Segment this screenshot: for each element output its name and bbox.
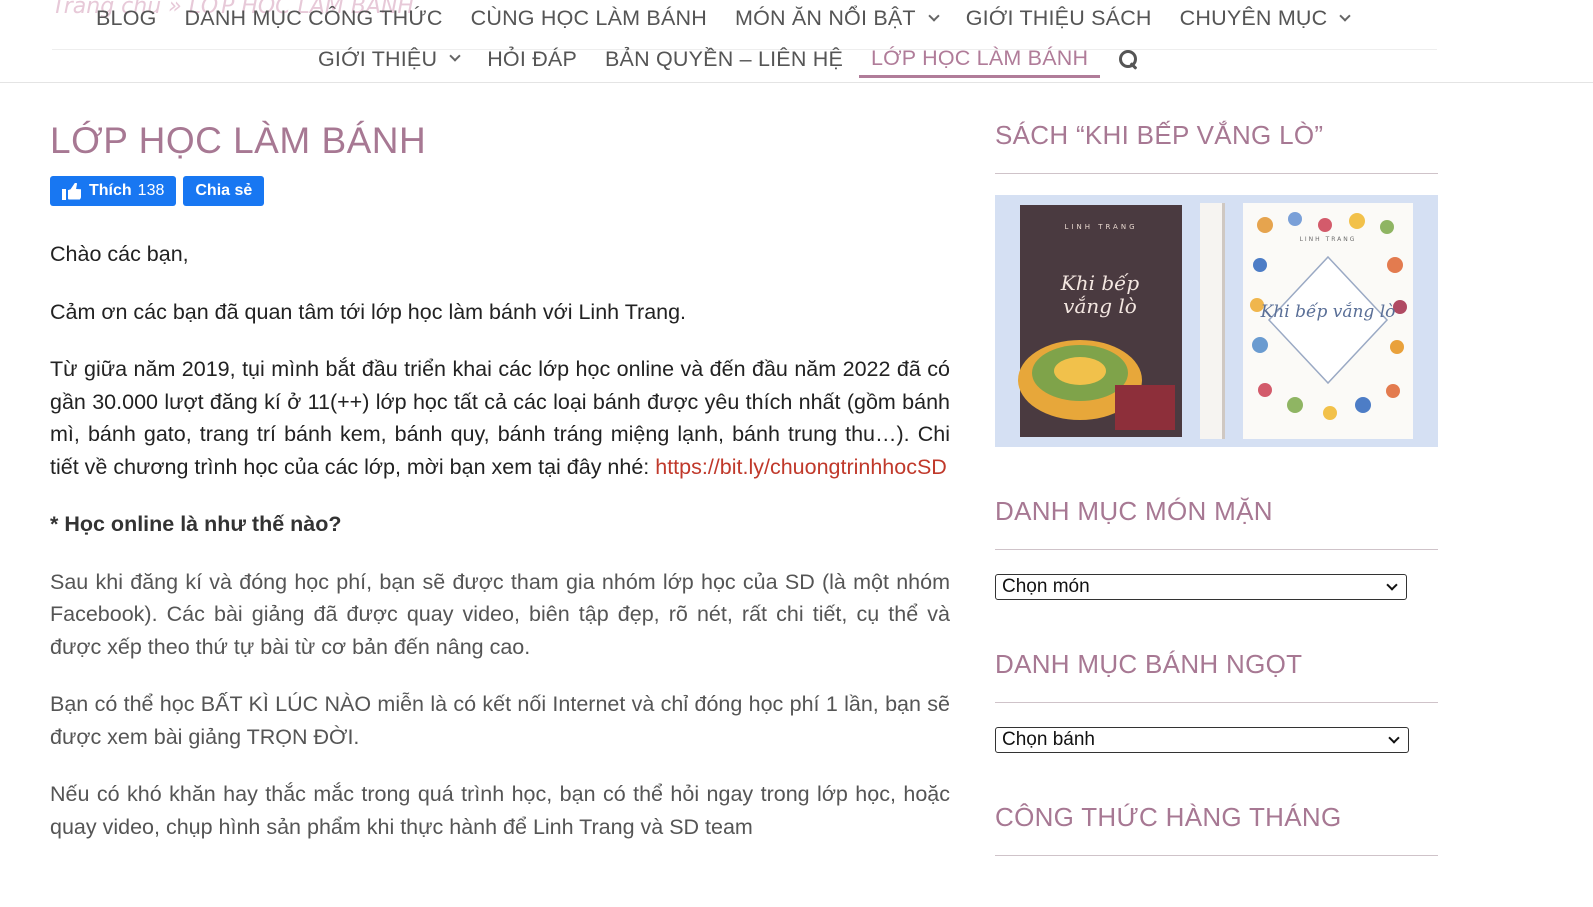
nav-item-label: MÓN ĂN NỔI BẬT	[734, 6, 916, 30]
site-header: Trang chủ » LỚP HỌC LÀM BÁNH BLOG DANH M…	[0, 0, 1593, 83]
nav-item-label: BLOG	[96, 6, 157, 30]
sidebar: SÁCH “KHI BẾP VẮNG LÒ” Khi bếp vắng lò L…	[995, 120, 1438, 905]
main-nav-row-2: GIỚI THIỆU HỎI ĐÁP BẢN QUYỀN – LIÊN HỆ L…	[318, 44, 1140, 78]
nav-item-hoi-dap[interactable]: HỎI ĐÁP	[487, 45, 577, 78]
paragraph-greeting: Chào các bạn,	[50, 242, 189, 266]
book-cover-title-dark: Khi bếp	[1060, 271, 1140, 295]
nav-item-label: LỚP HỌC LÀM BÁNH	[871, 46, 1089, 70]
paragraph-online-3: Nếu có khó khăn hay thắc mắc trong quá t…	[50, 782, 950, 839]
select-value: Chọn món	[1002, 576, 1090, 597]
book-author-dark: LINH TRANG	[1065, 223, 1138, 231]
nav-item-label: GIỚI THIỆU SÁCH	[965, 6, 1152, 30]
nav-item-gioi-thieu-sach[interactable]: GIỚI THIỆU SÁCH	[966, 4, 1152, 37]
widget-book: SÁCH “KHI BẾP VẮNG LÒ” Khi bếp vắng lò L…	[995, 120, 1438, 447]
widget-title-cong-thuc: CÔNG THỨC HÀNG THÁNG	[995, 802, 1438, 856]
chevron-down-icon	[1339, 9, 1352, 22]
nav-item-label: BẢN QUYỀN – LIÊN HỆ	[605, 46, 843, 71]
thumbs-up-icon	[62, 183, 81, 200]
section-heading-text: * Học online là như thế nào?	[50, 512, 342, 536]
page-title: LỚP HỌC LÀM BÁNH	[50, 120, 427, 161]
section-heading-online: * Học online là như thế nào?	[50, 508, 950, 541]
share-label: Chia sẻ	[195, 182, 253, 199]
book-cover-image[interactable]: Khi bếp vắng lò LINH TRANG Khi bếp vắng …	[995, 195, 1438, 447]
nav-item-label: DANH MỤC CÔNG THỨC	[184, 6, 443, 30]
chevron-down-icon	[1386, 578, 1398, 591]
nav-item-ban-quyen-lien-he[interactable]: BẢN QUYỀN – LIÊN HỆ	[605, 45, 843, 78]
like-count: 138	[137, 182, 165, 199]
paragraph-intro: Từ giữa năm 2019, tụi mình bắt đầu triển…	[50, 353, 950, 483]
nav-item-mon-an-noi-bat[interactable]: MÓN ĂN NỔI BẬT	[734, 4, 940, 37]
widget-banh-ngot: DANH MỤC BÁNH NGỌT Chọn bánh	[995, 649, 1438, 753]
widget-mon-man: DANH MỤC MÓN MẶN Chọn món	[995, 496, 1438, 600]
book-author-light: LINH TRANG	[1300, 236, 1357, 243]
main-nav-row-1: BLOG DANH MỤC CÔNG THỨC CÙNG HỌC LÀM BÁN…	[96, 4, 1377, 37]
facebook-share-button[interactable]: Chia sẻ	[183, 176, 265, 206]
like-label: Thích	[89, 182, 132, 199]
book-cover-title-dark-2: vắng lò	[1063, 294, 1137, 318]
search-icon[interactable]	[1118, 49, 1140, 71]
widget-title-book: SÁCH “KHI BẾP VẮNG LÒ”	[995, 120, 1438, 174]
widget-cong-thuc-hang-thang: CÔNG THỨC HÀNG THÁNG	[995, 802, 1438, 856]
curriculum-link[interactable]: https://bit.ly/chuongtrinhhocSD	[655, 455, 947, 479]
nav-item-label: CHUYÊN MỤC	[1179, 6, 1328, 30]
facebook-like-button[interactable]: Thích 138	[50, 176, 177, 206]
chevron-down-icon	[928, 9, 940, 22]
social-share-row: Thích 138 Chia sẻ	[50, 176, 950, 206]
chevron-down-icon	[449, 50, 461, 62]
nav-item-chuyen-muc[interactable]: CHUYÊN MỤC	[1179, 4, 1352, 37]
nav-item-label: GIỚI THIỆU	[318, 46, 438, 71]
book-cover-illustration: Khi bếp vắng lò LINH TRANG Khi bếp vắng …	[995, 195, 1438, 447]
category-select-banh-ngot[interactable]: Chọn bánh	[995, 727, 1409, 753]
nav-item-cung-hoc-lam-banh[interactable]: CÙNG HỌC LÀM BÁNH	[471, 4, 707, 37]
nav-item-label: HỎI ĐÁP	[487, 46, 578, 71]
paragraph-thanks: Cảm ơn các bạn đã quan tâm tới lớp học l…	[50, 299, 687, 324]
nav-item-lop-hoc-lam-banh[interactable]: LỚP HỌC LÀM BÁNH	[859, 44, 1101, 78]
nav-item-danh-muc-cong-thuc[interactable]: DANH MỤC CÔNG THỨC	[185, 4, 443, 37]
nav-item-gioi-thieu[interactable]: GIỚI THIỆU	[318, 45, 461, 78]
book-cover-title-light: Khi bếp vắng lò	[1260, 302, 1396, 322]
nav-item-label: CÙNG HỌC LÀM BÁNH	[470, 6, 707, 30]
main-content: LỚP HỌC LÀM BÁNH Thích 138 Chia sẻ Chào …	[50, 120, 950, 868]
chevron-down-icon	[1388, 731, 1400, 744]
category-select-mon-man[interactable]: Chọn món	[995, 574, 1407, 600]
nav-item-blog[interactable]: BLOG	[96, 4, 157, 37]
select-value: Chọn bánh	[1002, 729, 1095, 750]
widget-title-banh-ngot: DANH MỤC BÁNH NGỌT	[995, 649, 1438, 703]
widget-title-mon-man: DANH MỤC MÓN MẶN	[995, 496, 1438, 550]
paragraph-online-2: Bạn có thể học BẤT KÌ LÚC NÀO miễn là có…	[50, 692, 950, 749]
paragraph-online-1: Sau khi đăng kí và đóng học phí, bạn sẽ …	[50, 569, 950, 659]
